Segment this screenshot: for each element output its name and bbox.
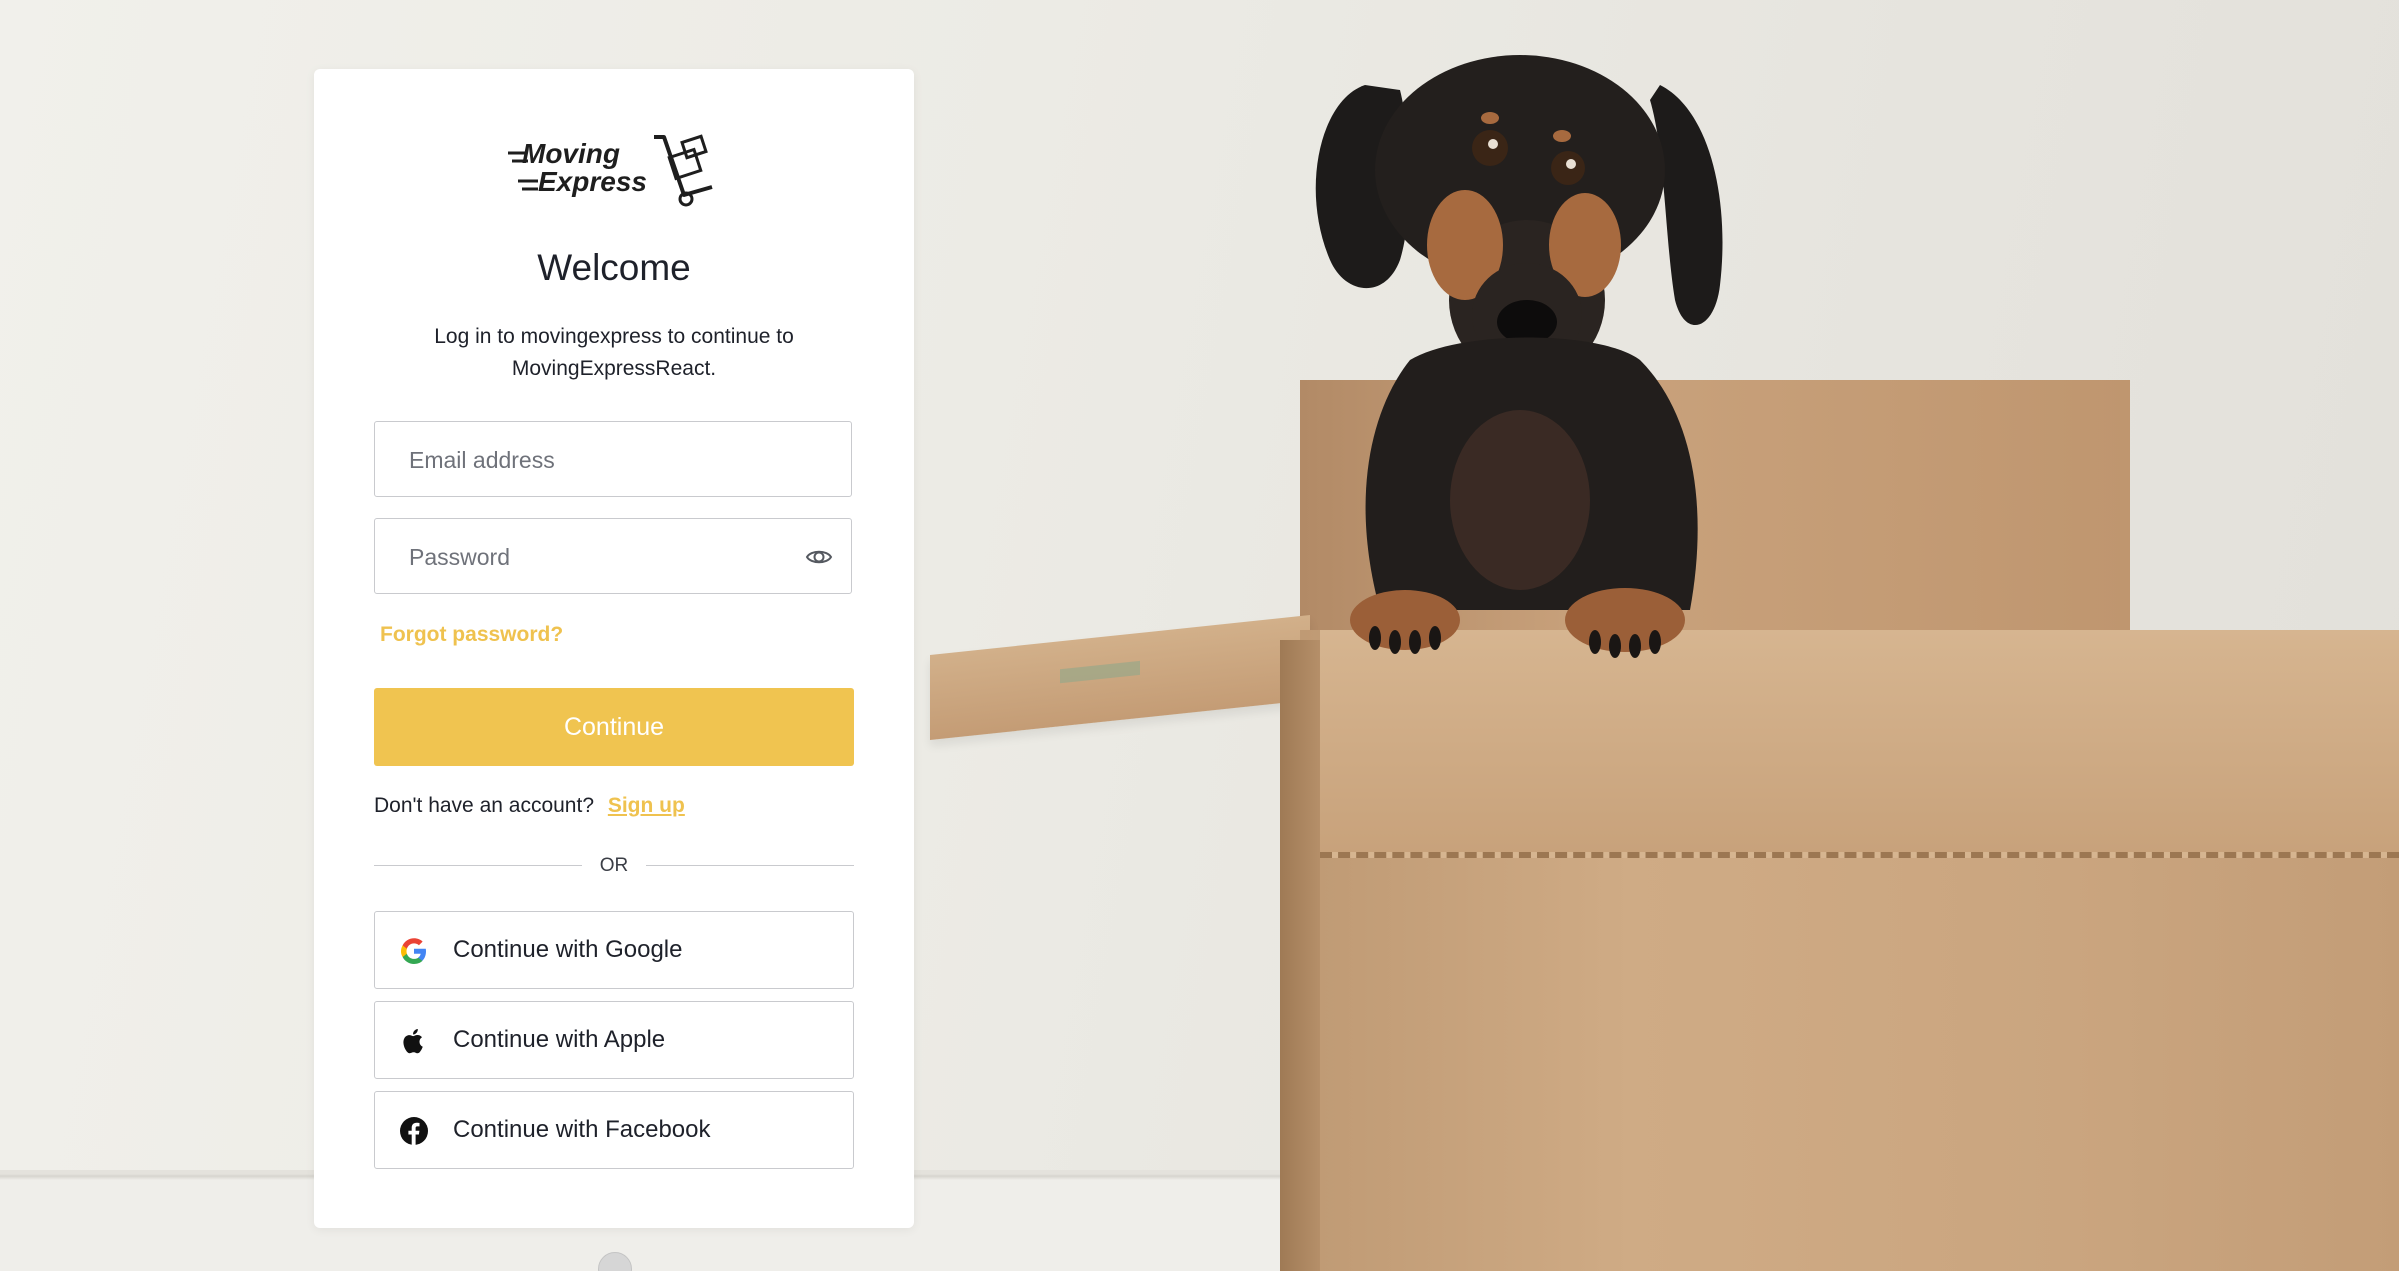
google-login-button[interactable]: Continue with Google [374,911,854,989]
page-title: Welcome [537,247,691,288]
box-side-panel [1280,640,1320,1271]
facebook-login-label: Continue with Facebook [453,1116,711,1143]
signup-prompt: Don't have an account? Sign up [374,794,685,818]
login-subtitle: Log in to movingexpress to continue to M… [434,325,794,380]
facebook-login-button[interactable]: Continue with Facebook [374,1091,854,1169]
logo: Moving Express [314,129,914,209]
dachshund-illustration [1315,55,1723,658]
or-divider: OR [374,851,854,881]
forgot-password-link[interactable]: Forgot password? [380,623,563,647]
email-field[interactable] [374,421,852,498]
svg-text:Moving: Moving [522,138,620,169]
password-input[interactable] [407,519,791,595]
apple-icon [403,1029,423,1054]
divider-text: OR [599,855,629,876]
apple-login-label: Continue with Apple [453,1026,666,1053]
continue-button[interactable]: Continue [374,688,854,766]
password-field[interactable] [374,518,852,595]
svg-text:Express: Express [538,166,647,197]
signup-link[interactable]: Sign up [608,794,685,817]
no-account-text: Don't have an account? [374,794,594,817]
google-login-label: Continue with Google [453,936,683,963]
apple-login-button[interactable]: Continue with Apple [374,1001,854,1079]
facebook-icon [400,1117,428,1145]
divider-line-right [646,865,854,866]
email-input[interactable] [407,422,791,498]
google-icon [401,938,426,964]
login-card: Moving Express Welcome Log in to movinge… [314,69,914,1228]
show-password-eye-icon[interactable] [805,543,833,571]
moving-express-logo: Moving Express [508,134,713,207]
box-label [1060,660,1140,684]
